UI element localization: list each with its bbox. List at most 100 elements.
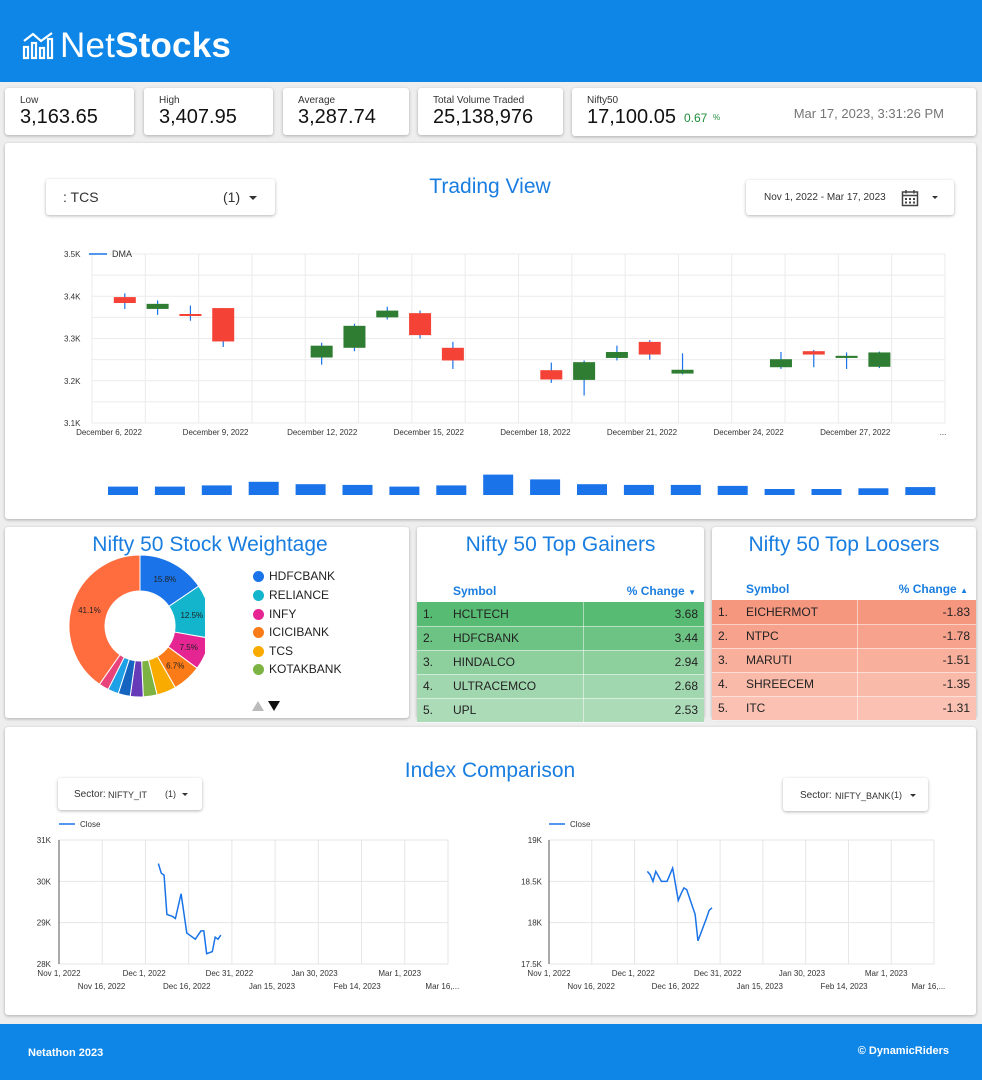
- legend-swatch: [253, 570, 264, 582]
- legend-swatch: [253, 663, 264, 675]
- volume-bar: [154, 486, 185, 495]
- change-cell: 3.44: [583, 626, 704, 651]
- x-axis-tick-label: Jan 30, 2023: [291, 969, 338, 978]
- change-cell: 2.94: [583, 650, 704, 675]
- volume-bar: [577, 484, 607, 495]
- change-column-header[interactable]: % Change ▲: [857, 578, 976, 600]
- legend-next-arrow-icon[interactable]: [268, 701, 280, 711]
- top-gainers-card: Nifty 50 Top Gainers Symbol % Change ▼ 1…: [417, 527, 704, 723]
- kpi-high-card: High 3,407.95: [144, 88, 273, 135]
- slice-percent-label: 12.5%: [180, 611, 203, 620]
- volume-bar: [201, 485, 232, 495]
- nifty-it-line-chart: 28K 29K 30K 31K Nov 1, 2022 Dec 1, 2022 Dec 31…: [37, 820, 459, 991]
- kpi-label: High: [159, 95, 180, 106]
- candle-body: [310, 345, 333, 358]
- x-axis-tick-label: Mar 1, 2023: [865, 969, 908, 978]
- x-axis-tick-label: December 12, 2022: [287, 428, 358, 437]
- x-axis-tick-label: Dec 1, 2022: [123, 969, 167, 978]
- table-row[interactable]: 1. HCLTECH 3.68: [417, 602, 704, 627]
- symbol-column-header[interactable]: Symbol: [746, 578, 857, 600]
- x-axis-tick-label: Nov 16, 2022: [567, 982, 615, 991]
- candle-body: [540, 370, 563, 380]
- legend-item-kotakbank[interactable]: KOTAKBANK: [253, 662, 341, 676]
- top-gainers-title: Nifty 50 Top Gainers: [465, 533, 656, 556]
- x-axis-tick-label: December 21, 2022: [607, 428, 678, 437]
- volume-bar: [530, 479, 561, 495]
- y-axis-tick-label: 3.5K: [64, 250, 81, 259]
- table-row[interactable]: 3. MARUTI -1.51: [712, 648, 976, 673]
- table-header-row: Symbol % Change ▼: [417, 580, 704, 602]
- legend-swatch: [253, 608, 264, 620]
- brand-logo[interactable]: NetStocks: [22, 26, 231, 66]
- kpi-label: Average: [298, 95, 336, 106]
- candle-body: [835, 355, 858, 358]
- legend-item-reliance[interactable]: RELIANCE: [253, 588, 329, 602]
- rank-cell: 2.: [712, 624, 746, 649]
- y-axis-tick-label: 3.4K: [64, 292, 81, 301]
- x-axis-tick-label: December 15, 2022: [394, 428, 465, 437]
- kpi-label: Nifty50: [587, 95, 619, 106]
- x-axis-tick-label: Jan 15, 2023: [249, 982, 296, 991]
- table-row[interactable]: 5. ITC -1.31: [712, 696, 976, 721]
- bar-chart-icon: [22, 32, 54, 60]
- x-axis-tick-label: Feb 14, 2023: [334, 982, 382, 991]
- legend-item-tcs[interactable]: TCS: [253, 644, 293, 658]
- change-cell: -1.35: [857, 672, 976, 697]
- rank-cell: 2.: [417, 626, 453, 651]
- volume-bar: [248, 481, 279, 495]
- legend-close-label: Close: [570, 820, 591, 829]
- last-updated-timestamp: Mar 17, 2023, 3:31:26 PM: [793, 106, 944, 121]
- volume-bar: [623, 484, 654, 495]
- symbol-cell: ITC: [746, 696, 858, 721]
- change-header-label: % Change: [898, 582, 957, 596]
- symbol-cell: HINDALCO: [453, 650, 584, 675]
- legend-item-hdfcbank[interactable]: HDFCBANK: [253, 569, 335, 583]
- top-losers-card: Nifty 50 Top Loosers Symbol % Change ▲ 1…: [712, 527, 976, 721]
- slice-percent-label: 7.5%: [180, 643, 198, 652]
- table-row[interactable]: 3. HINDALCO 2.94: [417, 650, 704, 675]
- x-axis-tick-label: Jan 15, 2023: [737, 982, 784, 991]
- x-axis-tick-label: Nov 1, 2022: [37, 969, 81, 978]
- y-axis-tick-label: 3.1K: [64, 419, 81, 428]
- candle-body: [638, 341, 661, 355]
- x-axis-tick-label: Nov 16, 2022: [78, 982, 126, 991]
- rank-cell: 1.: [417, 602, 453, 627]
- symbol-cell: HCLTECH: [453, 602, 584, 627]
- x-axis-tick-label: Dec 1, 2022: [612, 969, 656, 978]
- candle-body: [113, 297, 136, 304]
- symbol-cell: ULTRACEMCO: [453, 674, 584, 699]
- candle-body: [376, 310, 399, 318]
- close-price-line: [646, 865, 713, 942]
- legend-label: INFY: [269, 607, 297, 621]
- change-cell: -1.31: [857, 696, 976, 721]
- top-gainers-table: Symbol % Change ▼ 1. HCLTECH 3.68 2. HDF…: [417, 580, 704, 723]
- x-axis-tick-label: Dec 16, 2022: [652, 982, 700, 991]
- symbol-cell: EICHERMOT: [746, 600, 858, 625]
- change-column-header[interactable]: % Change ▼: [583, 580, 704, 602]
- kpi-nifty-card: Nifty50 17,100.05 0.67 % Mar 17, 2023, 3…: [572, 88, 976, 136]
- candle-body: [441, 347, 464, 361]
- table-row[interactable]: 4. ULTRACEMCO 2.68: [417, 674, 704, 699]
- table-row[interactable]: 2. NTPC -1.78: [712, 624, 976, 649]
- table-row[interactable]: 4. SHREECEM -1.35: [712, 672, 976, 697]
- table-row[interactable]: 2. HDFCBANK 3.44: [417, 626, 704, 651]
- candle-body: [671, 369, 694, 374]
- volume-bar: [811, 489, 842, 495]
- weightage-donut-chart: 15.8% 12.5% 7.5% 6.7% 41.1%: [68, 554, 205, 698]
- legend-item-infy[interactable]: INFY: [253, 607, 296, 621]
- x-axis-tick-label: Dec 16, 2022: [163, 982, 211, 991]
- app-header: NetStocks: [0, 0, 982, 82]
- table-row[interactable]: 5. UPL 2.53: [417, 698, 704, 723]
- legend-prev-arrow-icon[interactable]: [252, 701, 264, 711]
- legend-item-icicibank[interactable]: ICICIBANK: [253, 625, 329, 639]
- brand-name: NetStocks: [60, 26, 232, 65]
- table-row[interactable]: 1. EICHERMOT -1.83: [712, 600, 976, 625]
- change-cell: -1.78: [857, 624, 976, 649]
- legend-label: TCS: [269, 644, 293, 658]
- candle-body: [179, 313, 202, 316]
- kpi-value: 17,100.05: [587, 106, 676, 128]
- top-losers-table: Symbol % Change ▲ 1. EICHERMOT -1.83 2. …: [712, 578, 976, 721]
- symbol-column-header[interactable]: Symbol: [453, 580, 583, 602]
- slice-percent-label: 6.7%: [166, 662, 184, 671]
- legend-swatch: [253, 626, 264, 638]
